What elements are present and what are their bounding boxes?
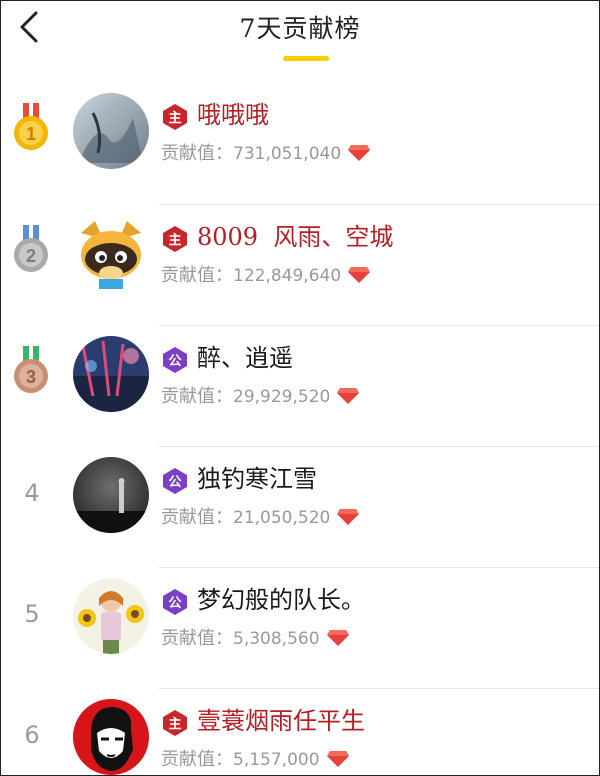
list-item[interactable]: 6 主 壹蓑烟雨任平生 贡献值：5,157,000 bbox=[1, 689, 599, 775]
svg-text:公: 公 bbox=[168, 354, 181, 369]
contribution-value: 731,051,040 bbox=[233, 144, 342, 164]
user-name: 壹蓑烟雨任平生 bbox=[197, 707, 365, 735]
rank-number: 5 bbox=[24, 600, 40, 628]
diamond-icon bbox=[326, 630, 349, 646]
avatar[interactable] bbox=[73, 336, 149, 412]
user-name: 8009 风雨、空城 bbox=[197, 223, 394, 251]
leaderboard-screen: 7天贡献榜 1 主 哦哦哦 贡献值：731,051,040 2 主 8009 风… bbox=[0, 0, 600, 776]
list-item[interactable]: 2 主 8009 风雨、空城 贡献值：122,849,640 bbox=[1, 205, 599, 326]
contribution-label: 贡献值： bbox=[161, 265, 233, 286]
list-item[interactable]: 1 主 哦哦哦 贡献值：731,051,040 bbox=[1, 83, 599, 205]
svg-text:公: 公 bbox=[168, 596, 181, 611]
diamond-icon bbox=[337, 388, 360, 404]
contribution-line: 贡献值：5,157,000 bbox=[161, 745, 350, 771]
contribution-label: 贡献值： bbox=[161, 628, 233, 649]
host-badge-icon: 主 bbox=[163, 104, 187, 130]
diamond-icon bbox=[337, 509, 360, 525]
contribution-line: 贡献值：731,051,040 bbox=[161, 139, 371, 165]
guild-badge-icon: 公 bbox=[163, 589, 187, 615]
diamond-icon bbox=[348, 267, 371, 283]
contribution-label: 贡献值： bbox=[161, 749, 233, 770]
svg-text:3: 3 bbox=[26, 367, 36, 387]
svg-text:公: 公 bbox=[168, 475, 181, 490]
svg-text:主: 主 bbox=[168, 110, 181, 126]
user-name: 独钓寒江雪 bbox=[197, 465, 317, 493]
user-name: 梦幻般的队长。 bbox=[197, 586, 365, 614]
rank-number: 6 bbox=[24, 721, 40, 749]
host-badge-icon: 主 bbox=[163, 710, 187, 736]
avatar[interactable] bbox=[73, 699, 149, 775]
bronze-medal-icon: 3 bbox=[11, 344, 51, 404]
user-name: 醉、逍遥 bbox=[197, 344, 293, 372]
svg-text:主: 主 bbox=[168, 716, 181, 732]
title-underline bbox=[283, 56, 329, 61]
avatar[interactable] bbox=[73, 93, 149, 169]
contribution-line: 贡献值：29,929,520 bbox=[161, 382, 360, 408]
list-item[interactable]: 4 公 独钓寒江雪 贡献值：21,050,520 bbox=[1, 447, 599, 568]
contribution-line: 贡献值：21,050,520 bbox=[161, 503, 360, 529]
avatar[interactable] bbox=[73, 457, 149, 533]
contribution-value: 21,050,520 bbox=[233, 508, 331, 528]
contribution-value: 29,929,520 bbox=[233, 387, 331, 407]
rank-number: 4 bbox=[24, 479, 40, 507]
contribution-label: 贡献值： bbox=[161, 507, 233, 528]
contribution-value: 122,849,640 bbox=[233, 266, 342, 286]
list-item[interactable]: 3 公 醉、逍遥 贡献值：29,929,520 bbox=[1, 326, 599, 447]
ranking-list: 1 主 哦哦哦 贡献值：731,051,040 2 主 8009 风雨、空城 贡… bbox=[1, 83, 599, 775]
contribution-value: 5,308,560 bbox=[233, 629, 320, 649]
host-badge-icon: 主 bbox=[163, 226, 187, 252]
diamond-icon bbox=[326, 751, 349, 767]
contribution-value: 5,157,000 bbox=[233, 750, 320, 770]
diamond-icon bbox=[348, 145, 371, 161]
svg-text:2: 2 bbox=[26, 246, 36, 266]
avatar[interactable] bbox=[73, 578, 149, 654]
header: 7天贡献榜 bbox=[1, 1, 599, 83]
guild-badge-icon: 公 bbox=[163, 347, 187, 373]
user-name: 哦哦哦 bbox=[197, 101, 269, 129]
svg-text:主: 主 bbox=[168, 232, 181, 248]
contribution-label: 贡献值： bbox=[161, 386, 233, 407]
contribution-line: 贡献值：5,308,560 bbox=[161, 624, 350, 650]
page-title: 7天贡献榜 bbox=[239, 14, 361, 43]
list-item[interactable]: 5 公 梦幻般的队长。 贡献值：5,308,560 bbox=[1, 568, 599, 689]
gold-medal-icon: 1 bbox=[11, 101, 51, 161]
contribution-label: 贡献值： bbox=[161, 143, 233, 164]
silver-medal-icon: 2 bbox=[11, 223, 51, 283]
contribution-line: 贡献值：122,849,640 bbox=[161, 261, 371, 287]
avatar[interactable] bbox=[73, 215, 149, 291]
svg-text:1: 1 bbox=[26, 124, 36, 144]
guild-badge-icon: 公 bbox=[163, 468, 187, 494]
